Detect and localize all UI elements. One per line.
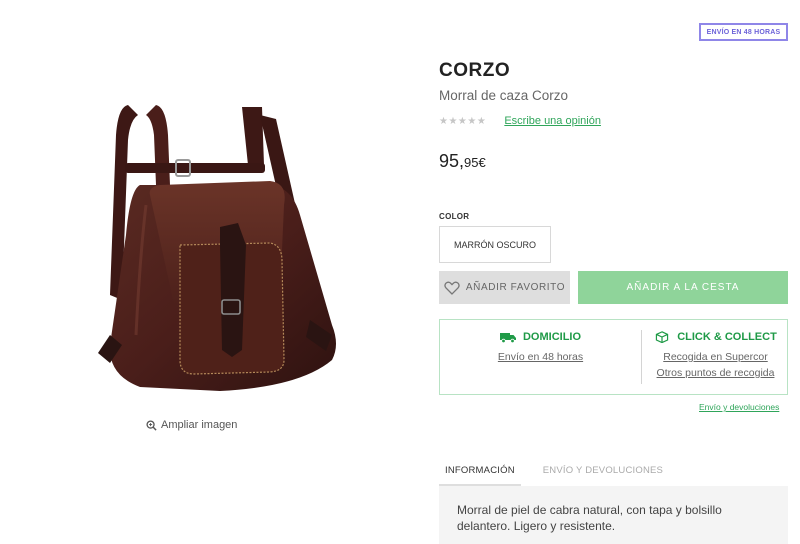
add-to-cart-button[interactable]: AÑADIR A LA CESTA — [578, 271, 788, 304]
tab-information[interactable]: INFORMACIÓN — [439, 460, 521, 487]
home-delivery: DOMICILIO Envío en 48 horas — [440, 331, 641, 363]
product-page: Ampliar imagen ENVÍO EN 48 HORAS CORZO M… — [0, 0, 800, 544]
truck-icon — [499, 333, 516, 343]
click-collect-title: CLICK & COLLECT — [642, 331, 789, 343]
product-tabs: INFORMACIÓN ENVÍO Y DEVOLUCIONES — [439, 460, 669, 487]
other-pickup-points-link[interactable]: Otros puntos de recogida — [642, 367, 789, 379]
home-delivery-label: DOMICILIO — [522, 331, 582, 343]
click-collect: CLICK & COLLECT Recogida en Supercor Otr… — [642, 331, 789, 379]
add-favorite-label: AÑADIR FAVORITO — [465, 282, 566, 293]
product-gallery: Ampliar imagen — [0, 0, 420, 544]
click-collect-label: CLICK & COLLECT — [677, 331, 777, 343]
tab-shipping-returns[interactable]: ENVÍO Y DEVOLUCIONES — [537, 460, 669, 487]
shipping-returns-link[interactable]: Envío y devoluciones — [699, 402, 779, 412]
price-whole: 95, — [439, 151, 465, 171]
product-brand[interactable]: CORZO — [439, 60, 510, 82]
zoom-image-link[interactable]: Ampliar imagen — [146, 419, 237, 431]
add-favorite-button[interactable]: AÑADIR FAVORITO — [439, 271, 570, 304]
product-title: Morral de caza Corzo — [439, 88, 569, 103]
rating-stars: ★★★★★ — [439, 115, 487, 127]
magnifier-icon — [146, 419, 157, 431]
home-delivery-title: DOMICILIO — [440, 331, 641, 343]
rating-row: ★★★★★ Escribe una opinión — [439, 115, 601, 127]
write-review-link[interactable]: Escribe una opinión — [504, 115, 601, 127]
box-icon — [656, 331, 669, 343]
product-price: 95,95€ — [439, 151, 486, 172]
product-image[interactable] — [70, 95, 350, 405]
product-description: Morral de piel de cabra natural, con tap… — [457, 503, 722, 533]
shipping-badge: ENVÍO EN 48 HORAS — [699, 23, 788, 41]
delivery-options: DOMICILIO Envío en 48 horas CLICK & COLL… — [439, 319, 788, 395]
information-panel: Morral de piel de cabra natural, con tap… — [439, 486, 788, 544]
supercor-pickup-link[interactable]: Recogida en Supercor — [642, 351, 789, 363]
zoom-image-label: Ampliar imagen — [161, 419, 238, 431]
home-delivery-link[interactable]: Envío en 48 horas — [440, 351, 641, 363]
heart-icon — [444, 281, 460, 295]
price-cents: 95€ — [464, 155, 486, 170]
color-option-selected[interactable]: MARRÓN OSCURO — [439, 226, 551, 263]
color-label: COLOR — [439, 212, 470, 221]
